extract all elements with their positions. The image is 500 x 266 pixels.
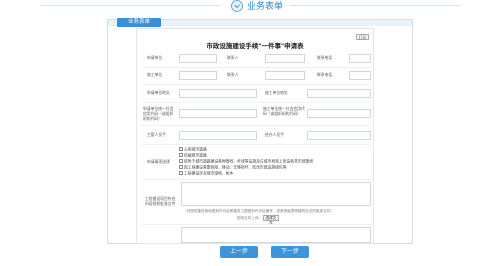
extra-textarea[interactable] bbox=[181, 227, 371, 243]
applicant-input[interactable] bbox=[179, 54, 217, 63]
form-icon bbox=[231, 0, 243, 12]
checkbox[interactable] bbox=[179, 147, 183, 151]
row-divider bbox=[141, 144, 371, 145]
file-upload-label: 规划文件上传： bbox=[237, 216, 263, 220]
constructor-input[interactable] bbox=[179, 71, 217, 80]
page: 业务表单 业务表单 市政设施建设手续"一件事"申请表 打印 申请单位 联系人 联… bbox=[0, 0, 500, 266]
option-label: 工程建设涉及城市绿地、树木 bbox=[184, 171, 234, 176]
label-constructor-phone: 联系电话 bbox=[317, 73, 333, 77]
label-phone: 联系电话 bbox=[317, 56, 333, 60]
label-applicant-credit-code: 申请单位统一社会信用代码（或组织机构代码） bbox=[143, 107, 174, 121]
row-divider bbox=[141, 102, 371, 103]
option-label: 依附于城市道路建设各种管线、杆线等设施及在城市桥梁上架设各类市政管线 bbox=[184, 159, 314, 164]
applicant-credit-code-input[interactable] bbox=[179, 109, 257, 118]
applicant-address-input[interactable] bbox=[179, 89, 257, 98]
row-divider bbox=[141, 224, 371, 225]
option-label: 挖掘城市道路 bbox=[184, 153, 207, 158]
option-occupy-road[interactable]: 占用城市道路 bbox=[179, 147, 207, 153]
label-constructor: 施工单位 bbox=[147, 73, 163, 77]
constructor-contact-input[interactable] bbox=[265, 71, 305, 80]
label-handler-phone: 经办人员手 bbox=[265, 133, 284, 137]
label-manager-phone: 主管人员手 bbox=[147, 133, 166, 137]
checkbox[interactable] bbox=[179, 153, 183, 157]
manager-phone-input[interactable] bbox=[179, 131, 257, 140]
header-divider-right bbox=[290, 5, 460, 6]
option-dig-road[interactable]: 挖掘城市道路 bbox=[179, 153, 207, 159]
row-divider bbox=[141, 179, 371, 180]
label-constructor-credit-code: 施工单位统一社会信用代码（或组织机构代码） bbox=[263, 107, 305, 116]
checkbox[interactable] bbox=[179, 159, 183, 163]
row-divider bbox=[141, 67, 371, 68]
constructor-credit-code-input[interactable] bbox=[307, 109, 371, 118]
select-file-button[interactable]: 选择文件 bbox=[263, 215, 279, 225]
approval-file-textarea[interactable] bbox=[181, 182, 371, 206]
contact-input[interactable] bbox=[265, 54, 305, 63]
label-applicant-address: 申请单位地址 bbox=[147, 91, 170, 95]
header-divider-left bbox=[40, 5, 220, 6]
label-matters: 申请事项选择 bbox=[147, 160, 170, 164]
option-pipelines[interactable]: 依附于城市道路建设各种管线、杆线等设施及在城市桥梁上架设各类市政管线 bbox=[179, 159, 313, 165]
phone-input[interactable] bbox=[349, 54, 371, 63]
header: 业务表单 bbox=[0, 0, 500, 14]
label-approval-file: 工程建设项目符合市容规划批准文件 bbox=[145, 197, 176, 206]
checkbox[interactable] bbox=[179, 165, 183, 169]
prev-step-button[interactable]: 上一步 bbox=[220, 246, 258, 258]
header-title: 业务表单 bbox=[247, 1, 284, 11]
constructor-phone-input[interactable] bbox=[349, 71, 371, 80]
row-divider bbox=[141, 84, 371, 85]
option-remove-facilities[interactable]: 因工程建设需要拆除、移动、迁移损坏、砍伐市政设施绿化等 bbox=[179, 165, 287, 171]
option-green-land[interactable]: 工程建设涉及城市绿地、树木 bbox=[179, 171, 233, 177]
handler-phone-input[interactable] bbox=[307, 131, 371, 140]
file-hint: （可提供建设用地规划许可证和建设工程规划许可证编号，或其他能表明建筑合法的批准文… bbox=[183, 209, 334, 213]
label-applicant: 申请单位 bbox=[147, 56, 163, 60]
print-button[interactable]: 打印 bbox=[356, 34, 369, 40]
label-contact: 联系人 bbox=[227, 56, 239, 60]
row-divider bbox=[141, 125, 371, 126]
option-label: 因工程建设需要拆除、移动、迁移损坏、砍伐市政设施绿化等 bbox=[184, 165, 287, 170]
checkbox[interactable] bbox=[179, 171, 183, 175]
tab-business-form[interactable]: 业务表单 bbox=[117, 18, 161, 27]
constructor-address-input[interactable] bbox=[307, 89, 371, 98]
application-form: 市政设施建设手续"一件事"申请表 打印 申请单位 联系人 联系电话 施工单位 联… bbox=[136, 28, 374, 244]
label-constructor-contact: 联系人 bbox=[227, 73, 239, 77]
next-step-button[interactable]: 下一步 bbox=[271, 246, 309, 258]
form-title: 市政设施建设手续"一件事"申请表 bbox=[206, 43, 304, 50]
label-constructor-address: 施工单位地址 bbox=[265, 91, 288, 95]
option-label: 占用城市道路 bbox=[184, 147, 207, 152]
